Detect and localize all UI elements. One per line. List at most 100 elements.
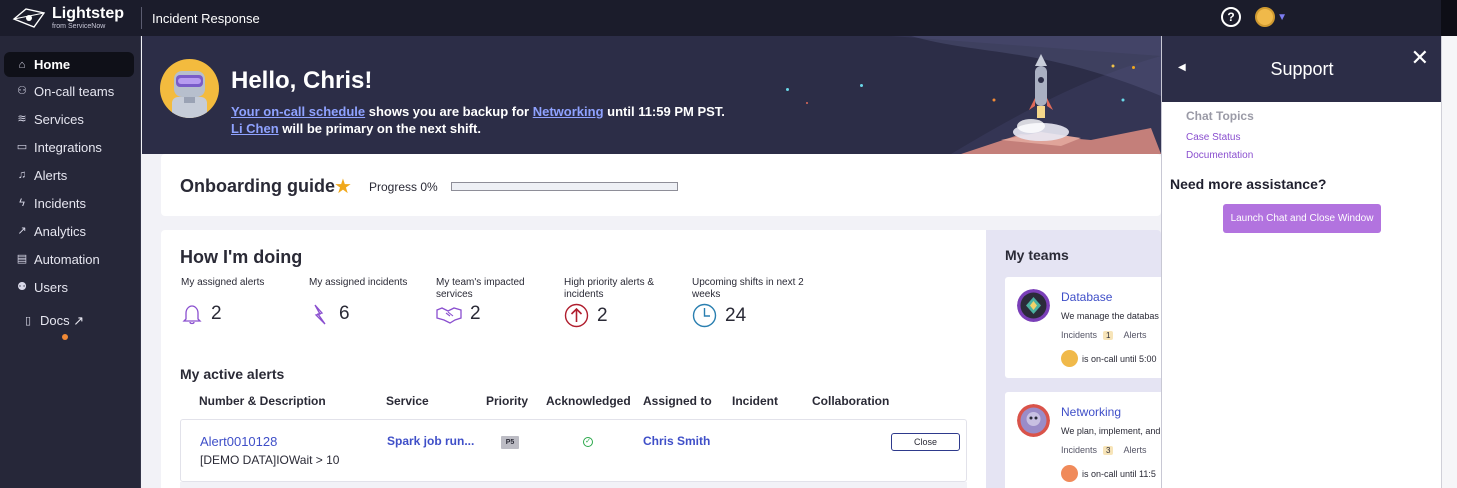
launch-chat-button[interactable]: Launch Chat and Close Window xyxy=(1223,204,1381,233)
metric-impacted-services[interactable]: My team's impacted services 2 xyxy=(436,277,556,325)
close-icon[interactable]: ✕ xyxy=(1411,45,1429,71)
team-stats: Incidents 3 Alerts xyxy=(1061,445,1147,455)
sidebar-item-label: Services xyxy=(34,111,84,127)
support-panel: ◀ Support ✕ Chat Topics Case Status Docu… xyxy=(1161,36,1441,488)
lightstep-logo[interactable]: Lightstep from ServiceNow xyxy=(0,0,141,36)
sidebar-item-on-call-teams[interactable]: ⚇ On-call teams xyxy=(4,77,134,105)
sidebar-item-label: Users xyxy=(34,279,68,295)
next-shift-message: Li Chen will be primary on the next shif… xyxy=(231,121,481,136)
column-header-assigned-to[interactable]: Assigned to xyxy=(643,394,712,408)
handshake-icon xyxy=(436,307,462,324)
incidents-count-badge: 3 xyxy=(1103,446,1114,455)
column-header-incident[interactable]: Incident xyxy=(732,394,778,408)
arrow-up-circle-icon xyxy=(564,303,589,328)
alert-number-link[interactable]: Alert0010128 xyxy=(200,434,277,449)
sidebar-item-label: Alerts xyxy=(34,167,68,183)
team-oncall: is on-call until 11:5 xyxy=(1061,465,1156,482)
column-header-acknowledged[interactable]: Acknowledged xyxy=(546,394,631,408)
assigned-user-link[interactable]: Chris Smith xyxy=(643,434,710,448)
need-assistance-heading: Need more assistance? xyxy=(1170,176,1327,192)
how-im-doing-title: How I'm doing xyxy=(180,247,303,267)
greeting-title: Hello, Chris! xyxy=(231,67,373,94)
calendar-icon: ▭ xyxy=(16,141,28,153)
my-teams-title: My teams xyxy=(1005,247,1069,263)
app-title: Incident Response xyxy=(152,10,260,26)
on-call-schedule-link[interactable]: Your on-call schedule xyxy=(231,104,365,119)
team-stats: Incidents 1 Alerts xyxy=(1061,330,1147,340)
alert-service-link[interactable]: Spark job run... xyxy=(387,434,474,448)
clock-icon xyxy=(692,303,717,328)
metric-label: Upcoming shifts in next 2 weeks xyxy=(692,277,804,300)
metric-assigned-alerts[interactable]: My assigned alerts 2 xyxy=(181,277,301,325)
lightstep-logo-icon xyxy=(12,8,46,28)
user-menu[interactable]: ▼ xyxy=(1255,7,1287,27)
metric-value: 24 xyxy=(725,304,747,326)
sidebar-item-home[interactable]: ⌂ Home xyxy=(4,52,134,77)
alerts-label: Alerts xyxy=(1123,445,1147,455)
bell-icon: ♫ xyxy=(17,169,27,181)
metric-label: My assigned incidents xyxy=(309,277,408,288)
metric-upcoming-shifts[interactable]: Upcoming shifts in next 2 weeks 24 xyxy=(692,277,812,328)
sidebar-item-label: Docs ↗ xyxy=(40,313,85,328)
sidebar-item-incidents[interactable]: ϟ Incidents xyxy=(4,189,134,217)
chat-topics-heading: Chat Topics xyxy=(1186,109,1254,123)
check-circle-icon: ✓ xyxy=(583,437,593,447)
oncall-text: is on-call until 5:00 xyxy=(1082,353,1157,364)
metric-value: 2 xyxy=(597,304,608,326)
sidebar-item-label: Integrations xyxy=(34,139,102,155)
bolt-icon: ϟ xyxy=(19,197,25,209)
user-avatar xyxy=(1255,7,1276,27)
automation-icon: ▤ xyxy=(16,253,28,265)
star-dot xyxy=(860,84,863,87)
primary-user-link[interactable]: Li Chen xyxy=(231,121,279,136)
onboarding-title: Onboarding guide xyxy=(180,176,335,196)
column-header-number[interactable]: Number & Description xyxy=(199,394,326,408)
team-description: We plan, implement, and xyxy=(1061,426,1161,436)
sidebar-item-label: Home xyxy=(34,57,71,72)
close-alert-button[interactable]: Close xyxy=(891,433,960,451)
incidents-count-badge: 1 xyxy=(1103,331,1114,340)
onboarding-guide-card: Onboarding guide ★ Progress 0% xyxy=(161,154,1161,216)
table-footer-spacer xyxy=(180,482,967,488)
star-dot xyxy=(786,88,789,91)
oncall-text: is on-call until 11:5 xyxy=(1082,468,1156,479)
team-name-link[interactable]: Database xyxy=(1061,290,1112,304)
networking-team-link[interactable]: Networking xyxy=(533,104,604,119)
help-circle-icon[interactable]: ? xyxy=(1221,7,1242,27)
topbar-divider xyxy=(141,7,142,29)
sidebar-item-users[interactable]: ⚉ Users xyxy=(4,273,134,301)
team-name-link[interactable]: Networking xyxy=(1061,405,1121,419)
schedule-message: Your on-call schedule shows you are back… xyxy=(231,104,725,119)
incidents-label: Incidents xyxy=(1061,330,1098,340)
sidebar-item-automation[interactable]: ▤ Automation xyxy=(4,245,134,273)
documentation-link[interactable]: Documentation xyxy=(1186,150,1253,161)
home-icon: ⌂ xyxy=(18,58,26,71)
metric-value: 2 xyxy=(470,303,481,324)
document-icon: ▯ xyxy=(24,315,32,327)
team-card-database[interactable]: Database We manage the databas Incidents… xyxy=(1005,277,1161,378)
active-alerts-title: My active alerts xyxy=(180,366,285,382)
alert-description: [DEMO DATA]IOWait > 10 xyxy=(200,453,340,467)
top-bar: Lightstep from ServiceNow Incident Respo… xyxy=(0,0,1457,36)
brand-name: Lightstep xyxy=(52,4,124,22)
metric-label: My assigned alerts xyxy=(181,277,265,288)
team-card-networking[interactable]: Networking We plan, implement, and Incid… xyxy=(1005,392,1161,488)
sidebar-item-docs[interactable]: ▯ Docs ↗ xyxy=(4,307,134,335)
column-header-collaboration[interactable]: Collaboration xyxy=(812,394,889,408)
sidebar-item-label: Automation xyxy=(34,251,100,267)
brand-subtitle: from ServiceNow xyxy=(52,22,106,30)
metric-high-priority[interactable]: High priority alerts & incidents 2 xyxy=(564,277,684,328)
sidebar-item-alerts[interactable]: ♫ Alerts xyxy=(4,161,134,189)
sidebar-item-services[interactable]: ≋ Services xyxy=(4,105,134,133)
sidebar-item-analytics[interactable]: ↗ Analytics xyxy=(4,217,134,245)
bell-icon xyxy=(182,305,202,325)
case-status-link[interactable]: Case Status xyxy=(1186,132,1240,143)
metric-assigned-incidents[interactable]: My assigned incidents 6 xyxy=(309,277,429,325)
rocket-illustration xyxy=(891,36,1161,154)
column-header-priority[interactable]: Priority xyxy=(486,394,528,408)
column-header-service[interactable]: Service xyxy=(386,394,429,408)
metric-label: High priority alerts & incidents xyxy=(564,277,655,300)
sidebar-item-integrations[interactable]: ▭ Integrations xyxy=(4,133,134,161)
sidebar: ⌂ Home ⚇ On-call teams ≋ Services ▭ Inte… xyxy=(0,36,141,488)
sidebar-item-label: Incidents xyxy=(34,195,87,211)
